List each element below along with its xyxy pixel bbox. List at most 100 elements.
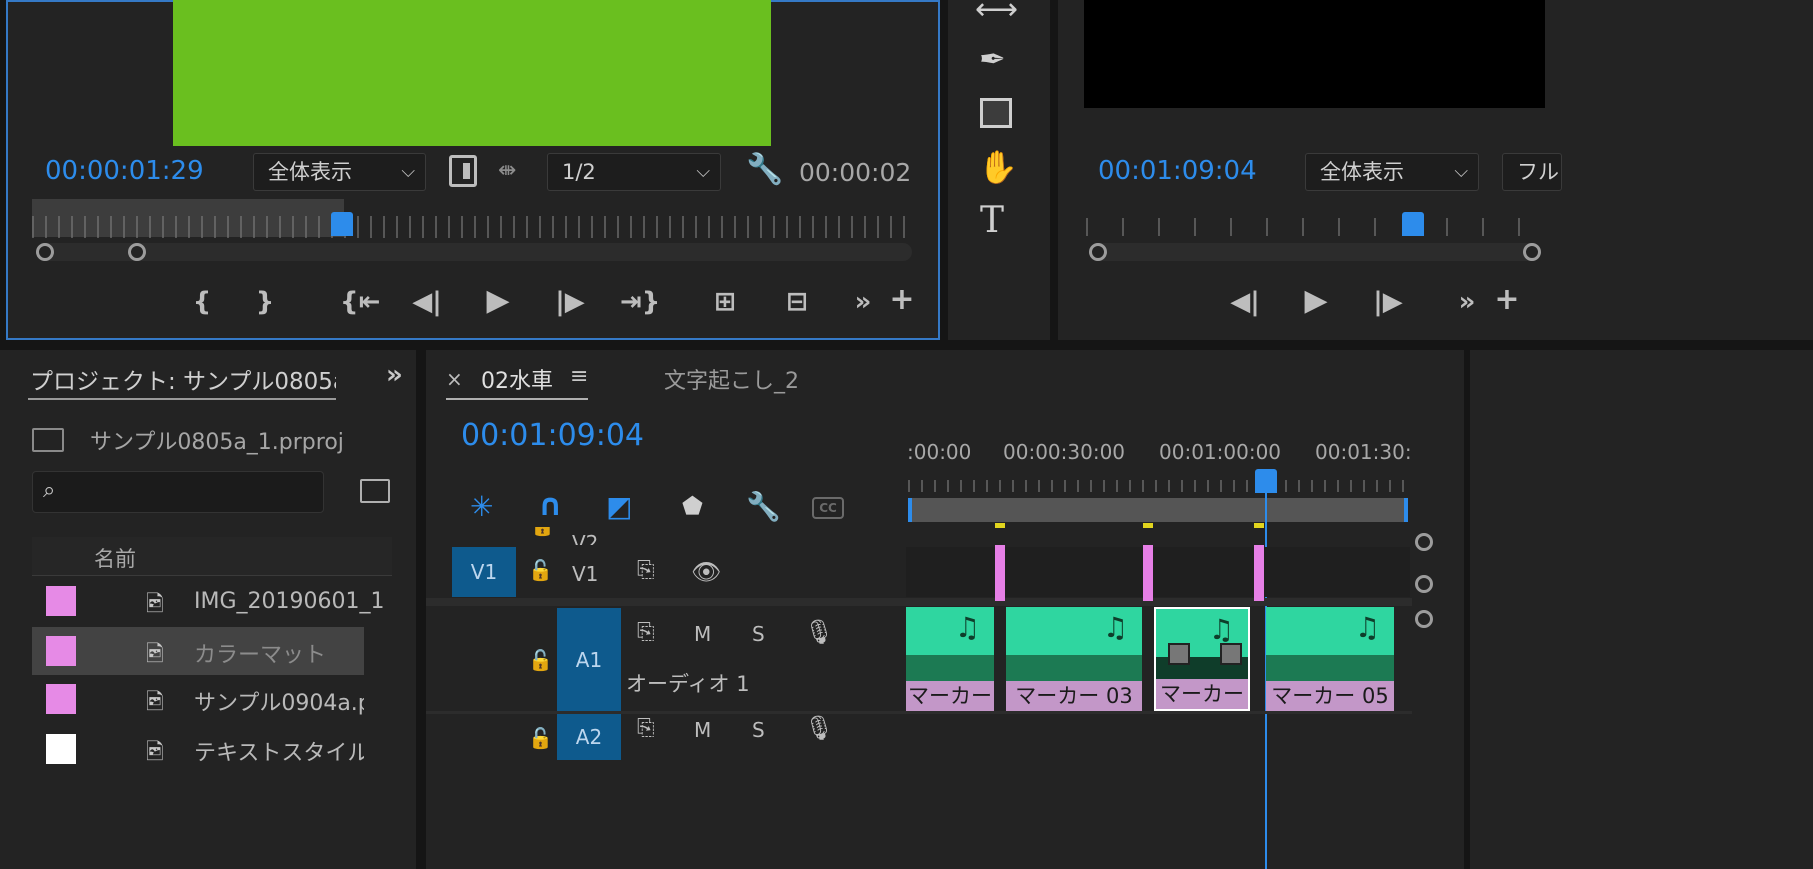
type-tool-icon[interactable]: T: [980, 200, 1004, 241]
program-playhead[interactable]: [1402, 212, 1424, 236]
source-playhead[interactable]: [331, 212, 353, 236]
audio-clip[interactable]: ♫ マーカー: [1154, 607, 1250, 711]
timeline-timecode[interactable]: 00:01:09:04: [461, 418, 644, 453]
zoom-handle-left[interactable]: [36, 243, 54, 261]
project-search-input[interactable]: ⌕: [32, 471, 324, 513]
program-fit-dropdown[interactable]: 全体表示 ⌵: [1305, 153, 1479, 191]
project-panel-title[interactable]: プロジェクト: サンプル0805a_1: [30, 362, 336, 396]
new-bin-search-icon[interactable]: [360, 479, 390, 503]
more-controls-icon[interactable]: »: [1454, 287, 1480, 317]
zoom-handle-left[interactable]: [1089, 243, 1107, 261]
audio-waveform-icon[interactable]: ⇼: [498, 158, 516, 183]
zoom-handle-right[interactable]: [1523, 243, 1541, 261]
mark-out-button[interactable]: }: [253, 287, 277, 317]
add-button-icon[interactable]: +: [888, 285, 916, 315]
pen-tool-icon[interactable]: ✒: [979, 40, 1006, 78]
tab-menu-icon[interactable]: ≡: [570, 364, 588, 389]
track-scroll-handle[interactable]: [1415, 533, 1433, 551]
timeline-ruler-ticks[interactable]: [908, 480, 1408, 492]
audio-clip[interactable]: ♫ マーカー: [906, 607, 994, 711]
source-video-frame[interactable]: [173, 0, 771, 146]
video-clip-marker[interactable]: [1254, 545, 1264, 601]
mute-button[interactable]: M: [694, 718, 711, 742]
close-tab-icon[interactable]: ×: [446, 367, 463, 391]
audio-clip[interactable]: ♫ マーカー 03: [1006, 607, 1142, 711]
more-controls-icon[interactable]: »: [850, 287, 876, 317]
list-item[interactable]: 🖻 テキストスタイル: [32, 725, 364, 773]
zoom-handle-right[interactable]: [128, 243, 146, 261]
go-to-in-button[interactable]: {⇤: [340, 287, 380, 317]
track-target-a2[interactable]: A2: [557, 714, 621, 760]
program-video-frame[interactable]: [1084, 0, 1545, 108]
microphone-icon[interactable]: 🎙: [804, 714, 834, 742]
program-ruler[interactable]: [1086, 218, 1536, 236]
column-name-header[interactable]: 名前: [94, 543, 136, 573]
color-label-swatch[interactable]: [46, 636, 76, 666]
color-label-swatch[interactable]: [46, 734, 76, 764]
rate-stretch-icon[interactable]: ⟷: [975, 0, 1018, 27]
solo-button[interactable]: S: [752, 718, 765, 742]
track-scroll-handle[interactable]: [1415, 610, 1433, 628]
mark-in-button[interactable]: {: [190, 287, 214, 317]
step-back-button[interactable]: ◀|: [1228, 287, 1262, 317]
sync-lock-icon[interactable]: ⎘: [637, 558, 655, 583]
microphone-icon[interactable]: 🎙: [804, 618, 834, 646]
video-clip-marker[interactable]: [1143, 545, 1153, 601]
lock-icon[interactable]: 🔒: [530, 527, 555, 537]
color-label-swatch[interactable]: [46, 684, 76, 714]
mute-button[interactable]: M: [694, 622, 711, 646]
overwrite-button[interactable]: ⊟: [776, 287, 818, 317]
track-target-v1[interactable]: V1: [452, 547, 516, 597]
rectangle-tool-icon[interactable]: [980, 98, 1012, 128]
play-button[interactable]: ▶: [482, 286, 514, 316]
solo-button[interactable]: S: [752, 622, 765, 646]
insert-button[interactable]: ⊞: [704, 287, 746, 317]
marker-tick[interactable]: [1254, 523, 1264, 528]
tab-transcript[interactable]: 文字起こし_2: [664, 363, 799, 395]
track-target-a1[interactable]: A1: [557, 608, 621, 712]
source-timecode[interactable]: 00:00:01:29: [45, 156, 204, 186]
tab-sequence-active[interactable]: 02水車: [481, 363, 553, 395]
step-forward-button[interactable]: |▶: [1371, 287, 1405, 317]
lock-icon[interactable]: 🔓: [528, 648, 553, 672]
audio-clip[interactable]: ♫ マーカー 05: [1266, 607, 1394, 711]
sync-lock-icon[interactable]: ⎘: [637, 620, 655, 645]
snap-magnet-icon[interactable]: ∩: [538, 488, 562, 523]
video-clip-marker[interactable]: [995, 545, 1005, 601]
color-label-swatch[interactable]: [46, 586, 76, 616]
program-resolution-dropdown[interactable]: フル: [1502, 153, 1562, 191]
linked-selection-icon[interactable]: ◩: [606, 490, 632, 523]
add-button-icon[interactable]: +: [1493, 285, 1521, 315]
source-fit-dropdown[interactable]: 全体表示 ⌵: [253, 153, 426, 191]
track-scroll-handle[interactable]: [1415, 575, 1433, 593]
marker-tick[interactable]: [1143, 523, 1153, 528]
marker-tick[interactable]: [995, 523, 1005, 528]
list-item[interactable]: 🖻 サンプル0904a.ps: [32, 675, 364, 723]
fade-out-icon[interactable]: [1220, 643, 1242, 665]
hand-tool-icon[interactable]: ✋: [978, 148, 1018, 186]
lock-icon[interactable]: 🔓: [528, 558, 553, 582]
lock-icon[interactable]: 🔓: [528, 726, 553, 750]
source-resolution-dropdown[interactable]: 1/2 ⌵: [547, 153, 721, 191]
source-ruler[interactable]: [32, 216, 912, 238]
program-zoom-bar[interactable]: [1090, 243, 1540, 261]
list-item[interactable]: 🖻 カラーマット: [32, 627, 364, 675]
wrench-icon[interactable]: 🔧: [746, 152, 783, 187]
go-to-out-button[interactable]: ⇥}: [620, 287, 660, 317]
wrench-icon[interactable]: 🔧: [746, 490, 781, 523]
panel-overflow-icon[interactable]: »: [386, 360, 403, 390]
add-marker-icon[interactable]: ⬟: [682, 492, 703, 520]
folder-up-icon[interactable]: [32, 428, 64, 452]
track-lane-v1[interactable]: [906, 547, 1410, 597]
settings-toggle-icon[interactable]: [449, 155, 477, 187]
captions-icon[interactable]: CC: [812, 497, 844, 519]
play-button[interactable]: ▶: [1300, 286, 1332, 316]
fade-in-icon[interactable]: [1168, 643, 1190, 665]
step-forward-button[interactable]: |▶: [553, 287, 587, 317]
step-back-button[interactable]: ◀|: [410, 287, 444, 317]
program-timecode[interactable]: 00:01:09:04: [1098, 156, 1257, 186]
list-item[interactable]: 🖻 IMG_20190601_1: [32, 577, 385, 625]
source-zoom-bar[interactable]: [36, 243, 912, 261]
work-area-bar[interactable]: [908, 498, 1408, 522]
nest-toggle-icon[interactable]: ✳: [470, 490, 493, 523]
